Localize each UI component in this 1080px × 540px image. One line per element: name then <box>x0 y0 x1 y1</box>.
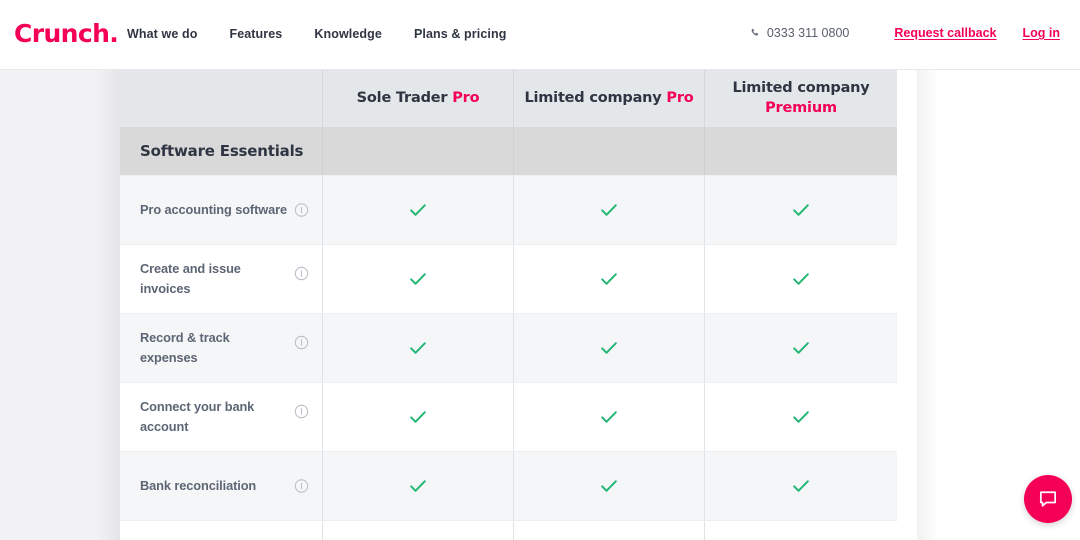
plan-comparison-table: Sole Trader Pro Limited company Pro Limi… <box>120 70 897 540</box>
table-row: Bank reconciliation <box>120 451 897 520</box>
feature-value-cell <box>322 245 513 313</box>
plan-column-header-limited-company-pro: Limited company Pro <box>513 70 704 127</box>
plan-column-header-limited-company-premium: Limited company Premium <box>704 70 897 127</box>
feature-label: Pro accounting software <box>120 200 321 220</box>
table-row: Real time tax dashboard <box>120 520 897 540</box>
plan-tier: Pro <box>452 90 479 106</box>
feature-value-cell <box>513 176 704 244</box>
plan-name: Sole Trader <box>357 90 448 106</box>
phone-contact[interactable]: 0333 311 0800 <box>750 26 850 40</box>
check-icon <box>407 406 429 428</box>
feature-label: Bank reconciliation <box>120 476 290 496</box>
table-row: Record & track expenses <box>120 313 897 382</box>
feature-value-cell <box>513 383 704 451</box>
plan-tier: Pro <box>666 90 693 106</box>
chat-bubble-icon <box>1037 488 1059 510</box>
feature-value-cell <box>322 452 513 520</box>
left-edge-shadow <box>96 70 121 540</box>
feature-cell: Real time tax dashboard <box>120 521 322 540</box>
check-icon <box>790 337 812 359</box>
feature-value-cell <box>322 383 513 451</box>
feature-value-cell <box>704 314 897 382</box>
feature-cell: Create and issue invoices <box>120 245 322 313</box>
feature-value-cell <box>322 176 513 244</box>
nav-item-knowledge[interactable]: Knowledge <box>314 27 382 41</box>
plan-column-header-sole-trader-pro: Sole Trader Pro <box>322 70 513 127</box>
phone-number: 0333 311 0800 <box>767 26 850 40</box>
feature-value-cell <box>513 521 704 540</box>
phone-icon <box>750 28 761 39</box>
info-icon[interactable] <box>294 203 309 218</box>
check-icon <box>598 406 620 428</box>
feature-cell: Pro accounting software <box>120 176 322 244</box>
table-section-header-software-essentials: Software Essentials <box>120 127 897 175</box>
plan-name: Limited company <box>524 90 661 106</box>
feature-value-cell <box>704 521 897 540</box>
feature-value-cell <box>322 521 513 540</box>
check-icon <box>790 268 812 290</box>
check-icon <box>790 199 812 221</box>
info-icon[interactable] <box>294 479 309 494</box>
feature-value-cell <box>513 452 704 520</box>
feature-value-cell <box>322 314 513 382</box>
section-title-cell: Software Essentials <box>120 127 322 175</box>
feature-cell: Record & track expenses <box>120 314 322 382</box>
table-row: Pro accounting software <box>120 175 897 244</box>
feature-value-cell <box>513 245 704 313</box>
nav-item-plans-pricing[interactable]: Plans & pricing <box>414 27 507 41</box>
table-row: Connect your bank account <box>120 382 897 451</box>
check-icon <box>407 199 429 221</box>
header-utility-nav: 0333 311 0800 Request callback Log in <box>750 26 1060 40</box>
section-spacer-cell <box>704 127 897 175</box>
nav-item-features[interactable]: Features <box>229 27 282 41</box>
check-icon <box>407 475 429 497</box>
section-spacer-cell <box>513 127 704 175</box>
check-icon <box>407 268 429 290</box>
table-corner-cell <box>120 70 322 127</box>
main-navigation: What we do Features Knowledge Plans & pr… <box>127 27 506 41</box>
page-root: Crunch. What we do Features Knowledge Pl… <box>0 0 1080 540</box>
right-edge-shadow <box>917 70 939 540</box>
check-icon <box>598 268 620 290</box>
log-in-link[interactable]: Log in <box>1023 26 1061 40</box>
check-icon <box>598 337 620 359</box>
feature-label: Connect your bank account <box>120 397 322 437</box>
feature-value-cell <box>704 245 897 313</box>
section-spacer-cell <box>322 127 513 175</box>
check-icon <box>598 199 620 221</box>
check-icon <box>407 337 429 359</box>
plan-tier: Premium <box>732 99 869 119</box>
feature-cell: Connect your bank account <box>120 383 322 451</box>
feature-cell: Bank reconciliation <box>120 452 322 520</box>
feature-label: Create and issue invoices <box>120 259 322 299</box>
info-icon[interactable] <box>294 266 309 281</box>
nav-item-what-we-do[interactable]: What we do <box>127 27 197 41</box>
crunch-logo[interactable]: Crunch. <box>14 19 118 48</box>
info-icon[interactable] <box>294 404 309 419</box>
plan-name: Limited company <box>732 80 869 96</box>
feature-value-cell <box>704 176 897 244</box>
chat-launcher-button[interactable] <box>1024 475 1072 523</box>
request-callback-link[interactable]: Request callback <box>894 26 996 40</box>
table-header-row: Sole Trader Pro Limited company Pro Limi… <box>120 70 897 127</box>
site-header: Crunch. What we do Features Knowledge Pl… <box>0 0 1080 70</box>
feature-label: Record & track expenses <box>120 328 322 368</box>
feature-value-cell <box>704 452 897 520</box>
section-title: Software Essentials <box>120 142 303 160</box>
check-icon <box>598 475 620 497</box>
info-icon[interactable] <box>294 335 309 350</box>
feature-value-cell <box>513 314 704 382</box>
check-icon <box>790 406 812 428</box>
feature-value-cell <box>704 383 897 451</box>
check-icon <box>790 475 812 497</box>
table-row: Create and issue invoices <box>120 244 897 313</box>
